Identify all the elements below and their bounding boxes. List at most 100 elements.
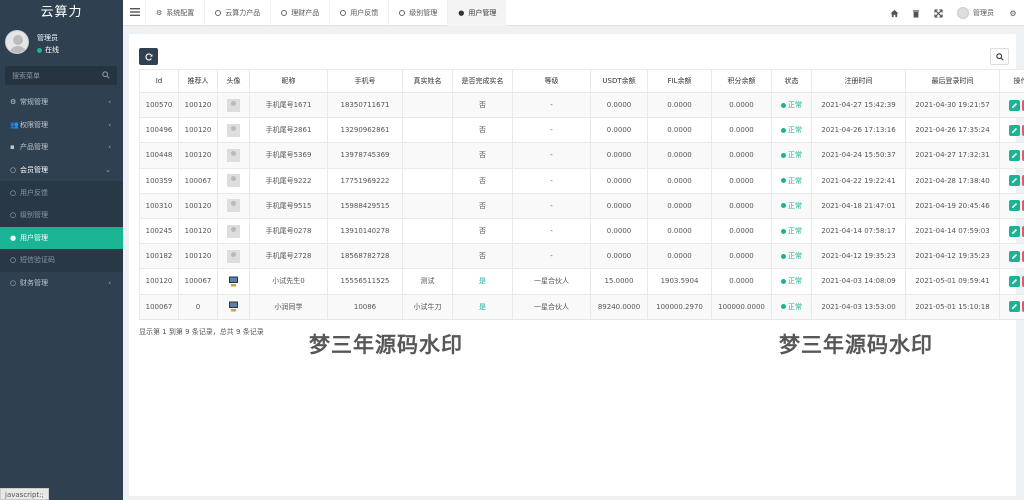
column-header: Id [139, 69, 179, 93]
avatar[interactable] [5, 30, 29, 54]
circle-icon: ○ [10, 166, 17, 175]
table-cell: 100067 [178, 268, 218, 295]
actions-cell [999, 192, 1024, 219]
fullscreen-button[interactable] [927, 0, 949, 26]
column-header: 最后登录时间 [905, 69, 1000, 93]
pencil-icon [1011, 178, 1017, 184]
table-cell: 2021-04-22 19:22:41 [811, 167, 906, 194]
table-cell [402, 142, 453, 169]
table-cell: 18568782728 [327, 243, 403, 270]
status-dot-icon [781, 178, 786, 184]
user-icon: ● [10, 233, 17, 242]
table-cell: 0.0000 [590, 243, 648, 270]
user-panel: 管理员 在线 [0, 26, 123, 64]
table-cell: 100310 [139, 192, 179, 219]
avatar[interactable] [227, 249, 240, 263]
status-text: 正常 [788, 126, 802, 135]
sidebar-search-input[interactable] [5, 66, 117, 85]
actions-cell [999, 117, 1024, 144]
edit-button[interactable] [1008, 250, 1020, 262]
table-cell: - [512, 243, 591, 270]
table-cell [402, 117, 453, 144]
tab-feedback[interactable]: 用户反馈 [329, 0, 388, 26]
table-search-button[interactable] [990, 48, 1009, 65]
settings-button[interactable]: ⚙ [1002, 0, 1024, 26]
tab-cloud-products[interactable]: 云算力产品 [204, 0, 270, 26]
browser-status-bar: javascript:; [0, 488, 49, 500]
computer-avatar-icon[interactable] [227, 300, 240, 313]
avatar [957, 7, 969, 19]
search-icon[interactable] [102, 71, 110, 79]
topbar-user[interactable]: 管理员 [949, 7, 1002, 19]
status-text: 正常 [788, 201, 802, 210]
table-cell: 手机尾号0278 [249, 217, 328, 245]
avatar[interactable] [227, 224, 240, 238]
avatar-cell [217, 293, 250, 320]
circle-icon: ○ [10, 279, 17, 288]
clear-cache-button[interactable] [905, 0, 927, 26]
avatar[interactable] [227, 123, 240, 137]
edit-button[interactable] [1008, 275, 1020, 287]
sidebar-item-general[interactable]: ⚙ 常规管理 ‹ [0, 91, 123, 114]
edit-button[interactable] [1008, 99, 1020, 111]
pencil-icon [1011, 278, 1017, 285]
table-cell: 0.0000 [711, 268, 772, 295]
column-header: 手机号 [327, 69, 403, 93]
circle-icon: ○ [10, 188, 17, 197]
avatar[interactable] [227, 199, 240, 213]
table-cell: 小试先生0 [249, 268, 328, 295]
table-cell: - [512, 192, 591, 219]
table-cell: 0.0000 [711, 217, 772, 245]
sidebar-item-product[interactable]: ▪ 产品管理 ‹ [0, 136, 123, 159]
status-badge: 正常 [771, 293, 812, 320]
status-badge: 正常 [771, 217, 812, 245]
avatar[interactable] [227, 98, 240, 112]
watermark-right: 梦三年源码水印 [779, 333, 933, 357]
table-cell: 2021-04-18 21:47:01 [811, 192, 906, 219]
edit-button[interactable] [1008, 124, 1020, 136]
sidebar-item-level[interactable]: ○ 级别管理 [0, 204, 123, 227]
tab-finance-products[interactable]: 理财产品 [270, 0, 329, 26]
edit-button[interactable] [1008, 175, 1020, 187]
table-cell: 100120 [178, 192, 218, 219]
tab-system-config[interactable]: ⚙ 系统配置 [145, 0, 204, 26]
avatar[interactable] [227, 148, 240, 162]
table-cell: 0.0000 [647, 243, 712, 270]
table-cell: - [512, 167, 591, 194]
table-cell: 0.0000 [647, 217, 712, 245]
status-dot-icon [781, 102, 786, 108]
users-icon: 👥 [10, 120, 19, 129]
table-cell: 否 [452, 243, 513, 270]
edit-button[interactable] [1008, 301, 1020, 313]
table-cell: 0.0000 [711, 91, 772, 119]
avatar[interactable] [227, 174, 240, 188]
table-cell: 0.0000 [711, 142, 772, 169]
status-dot-icon [781, 304, 786, 310]
table-cell: 100120 [178, 217, 218, 245]
table-row: 100310 100120 手机尾号9515 15988429515 否 -0.0000 0… [139, 192, 1024, 219]
table-cell: 13290962861 [327, 117, 403, 144]
sidebar-item-feedback[interactable]: ○ 用户反馈 [0, 181, 123, 204]
sidebar-item-member[interactable]: ○ 会员管理 ⌄ [0, 159, 123, 182]
sidebar-item-users[interactable]: ● 用户管理 [0, 226, 123, 250]
sidebar-item-permission[interactable]: 👥 权限管理 ‹ [0, 114, 123, 137]
refresh-button[interactable] [139, 48, 158, 65]
table-cell: 15556511525 [327, 268, 403, 295]
hamburger-icon[interactable] [130, 7, 140, 17]
table-cell: 小润同学 [249, 293, 328, 320]
edit-button[interactable] [1008, 149, 1020, 161]
home-button[interactable] [883, 0, 905, 26]
edit-button[interactable] [1008, 225, 1020, 237]
avatar-cell [217, 268, 250, 295]
sidebar-item-sms[interactable]: ○ 短信验证码 [0, 249, 123, 272]
tab-users[interactable]: ● 用户管理 [447, 0, 507, 26]
watermark-left: 梦三年源码水印 [309, 333, 463, 357]
edit-button[interactable] [1008, 200, 1020, 212]
column-header: 操作 [999, 69, 1024, 93]
table-cell: 0.0000 [590, 192, 648, 219]
column-header: 是否完成实名 [452, 69, 513, 93]
status-badge: 正常 [771, 268, 812, 295]
sidebar-item-finance[interactable]: ○ 财务管理 ‹ [0, 272, 123, 295]
computer-avatar-icon[interactable] [227, 275, 240, 288]
tab-level[interactable]: 级别管理 [388, 0, 447, 26]
